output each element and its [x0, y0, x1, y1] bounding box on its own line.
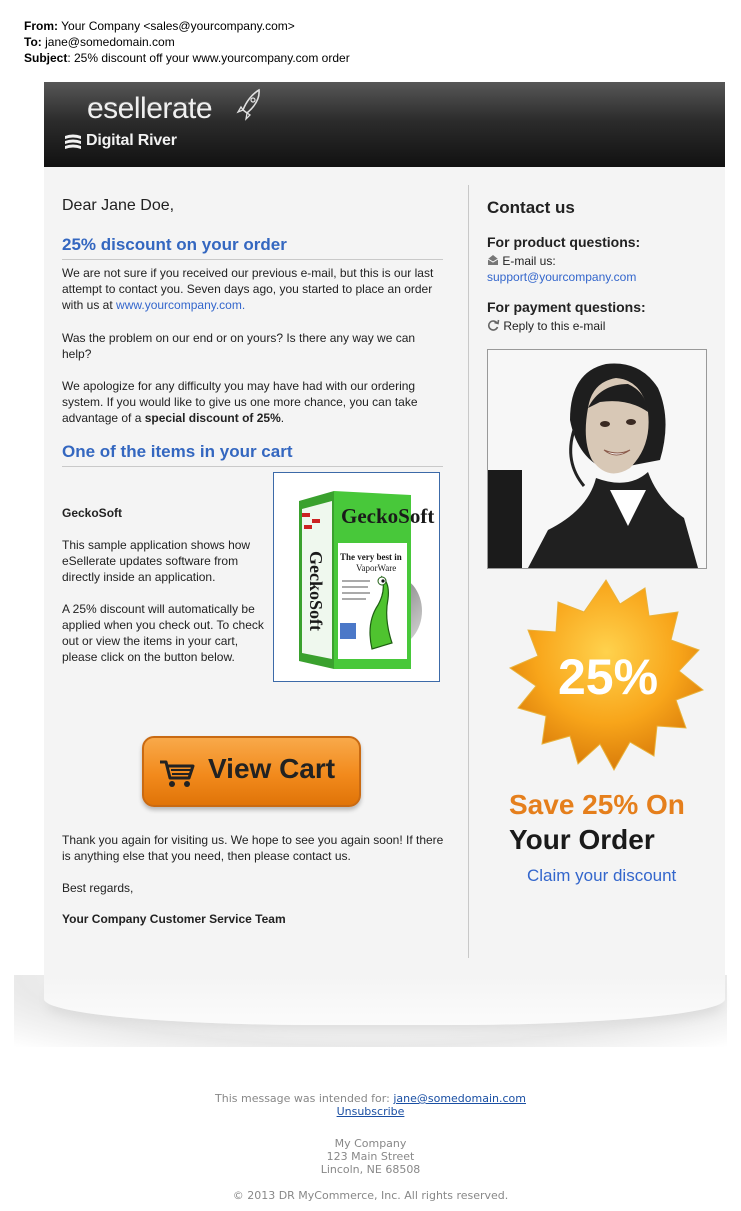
product-image[interactable]: GeckoSoft The very best in VaporWare Gec… [273, 472, 440, 682]
save-line-2: Your Order [509, 824, 655, 855]
subject-value: : 25% discount off your www.yourcompany.… [67, 51, 350, 65]
copyright: © 2013 DR MyCommerce, Inc. All rights re… [232, 1189, 509, 1202]
envelope-icon [487, 255, 499, 265]
view-cart-button[interactable]: View Cart [142, 736, 361, 807]
reply-label: Reply to this e-mail [503, 319, 606, 333]
email-us-row: E-mail us: [487, 253, 556, 269]
regards-text: Best regards, [62, 881, 134, 895]
box-tagline-1: The very best in [340, 552, 402, 562]
reply-row[interactable]: Reply to this e-mail [487, 318, 605, 334]
payment-questions-heading: For payment questions: [487, 299, 646, 315]
claim-discount-link[interactable]: Claim your discount [527, 866, 676, 886]
product-questions-heading: For product questions: [487, 234, 641, 250]
digital-river-mark-icon [65, 134, 81, 149]
panel-curl [44, 975, 725, 1025]
badge-percent-text: 25% [558, 649, 658, 705]
save-line-1: Save 25% On [509, 789, 685, 820]
help-paragraph: Was the problem on our end or on yours? … [62, 331, 416, 361]
contact-heading: Contact us [487, 198, 575, 217]
email-banner: esellerate esellerate Digital River [44, 82, 725, 167]
company-city: Lincoln, NE 68508 [320, 1163, 421, 1176]
subject-line: Subject: 25% discount off your www.yourc… [24, 51, 350, 65]
refresh-icon [487, 319, 500, 331]
box-spine-brand: GeckoSoft [306, 551, 326, 631]
support-email-link[interactable]: support@yourcompany.com [487, 269, 636, 285]
rocket-icon [236, 88, 260, 121]
special-discount-text: special discount of 25% [144, 411, 281, 425]
unsubscribe-line: Unsubscribe [0, 1105, 741, 1118]
discount-heading: 25% discount on your order [62, 235, 287, 254]
from-line: From: Your Company <sales@yourcompany.co… [24, 19, 295, 33]
to-value: jane@somedomain.com [45, 35, 175, 49]
box-brand: GeckoSoft [341, 504, 434, 528]
discount-note: A 25% discount will automatically be app… [62, 602, 264, 664]
box-tagline-2: VaporWare [356, 563, 396, 573]
company-name: My Company [334, 1137, 407, 1150]
from-value: Your Company <sales@yourcompany.com> [61, 19, 295, 33]
product-description: This sample application shows how eSelle… [62, 538, 251, 584]
heading-rule [62, 259, 443, 260]
website-link[interactable]: www.yourcompany.com. [116, 298, 245, 312]
company-street: 123 Main Street [326, 1150, 415, 1163]
apology-paragraph: We apologize for any difficulty you may … [62, 379, 418, 425]
shopping-cart-icon [160, 760, 195, 787]
recipient-email-link[interactable]: jane@somedomain.com [393, 1092, 526, 1105]
heading-rule [62, 466, 443, 467]
view-cart-label: View Cart [208, 753, 336, 784]
column-divider [468, 185, 469, 958]
unsubscribe-link[interactable]: Unsubscribe [337, 1105, 405, 1118]
product-name: GeckoSoft [62, 506, 123, 520]
email-us-label: E-mail us: [502, 254, 556, 268]
email-headers: From: Your Company <sales@yourcompany.co… [24, 18, 350, 66]
thanks-paragraph: Thank you again for visiting us. We hope… [62, 833, 444, 863]
intro-paragraph: We are not sure if you received our prev… [62, 266, 434, 312]
logo-reflection: esellerate [87, 97, 213, 116]
cart-items-heading: One of the items in your cart [62, 442, 293, 461]
digital-river-brand: Digital River [86, 132, 177, 149]
to-line: To: jane@somedomain.com [24, 35, 175, 49]
intended-line: This message was intended for: jane@some… [0, 1092, 741, 1105]
signature-text: Your Company Customer Service Team [62, 912, 286, 926]
discount-badge: 25% [508, 579, 705, 772]
greeting: Dear Jane Doe, [62, 197, 175, 214]
intended-text: This message was intended for: [215, 1092, 394, 1105]
support-agent-photo [487, 349, 707, 569]
geckosoft-box-art: GeckoSoft The very best in VaporWare Gec… [299, 491, 434, 669]
